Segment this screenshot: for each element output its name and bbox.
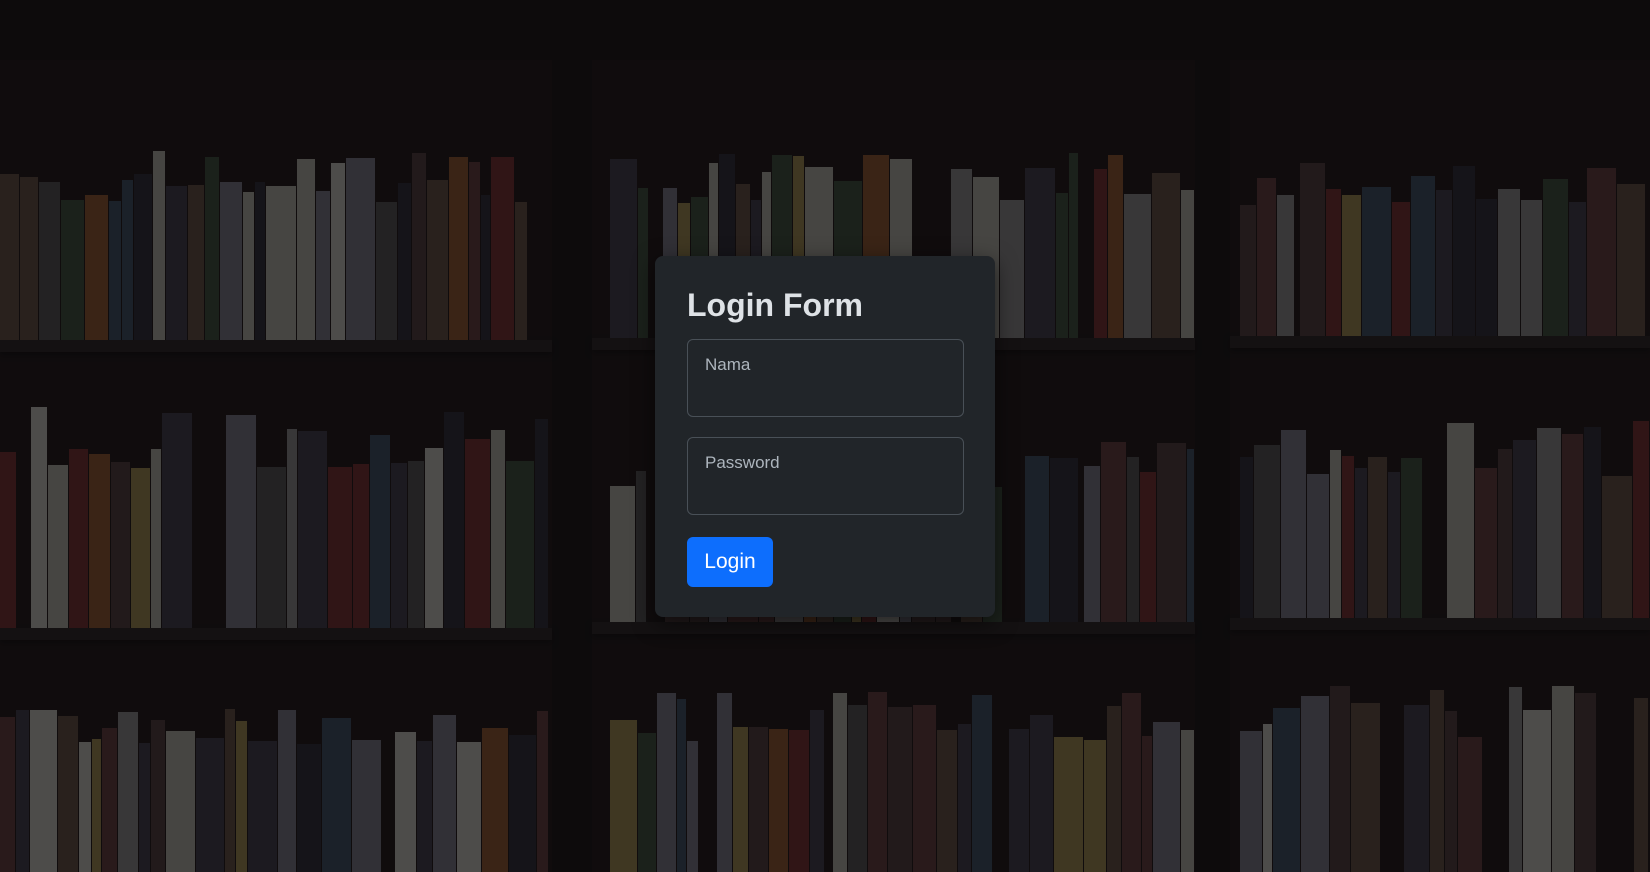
password-field[interactable]: Password [687, 437, 964, 515]
name-input[interactable] [704, 382, 951, 408]
login-button[interactable]: Login [687, 537, 773, 587]
name-field-label: Nama [705, 355, 751, 374]
login-card: Login Form Nama Password Login [655, 256, 995, 617]
password-input[interactable] [704, 480, 951, 506]
form-title: Login Form [687, 287, 863, 323]
password-field-label: Password [705, 453, 780, 472]
name-field[interactable]: Nama [687, 339, 964, 417]
